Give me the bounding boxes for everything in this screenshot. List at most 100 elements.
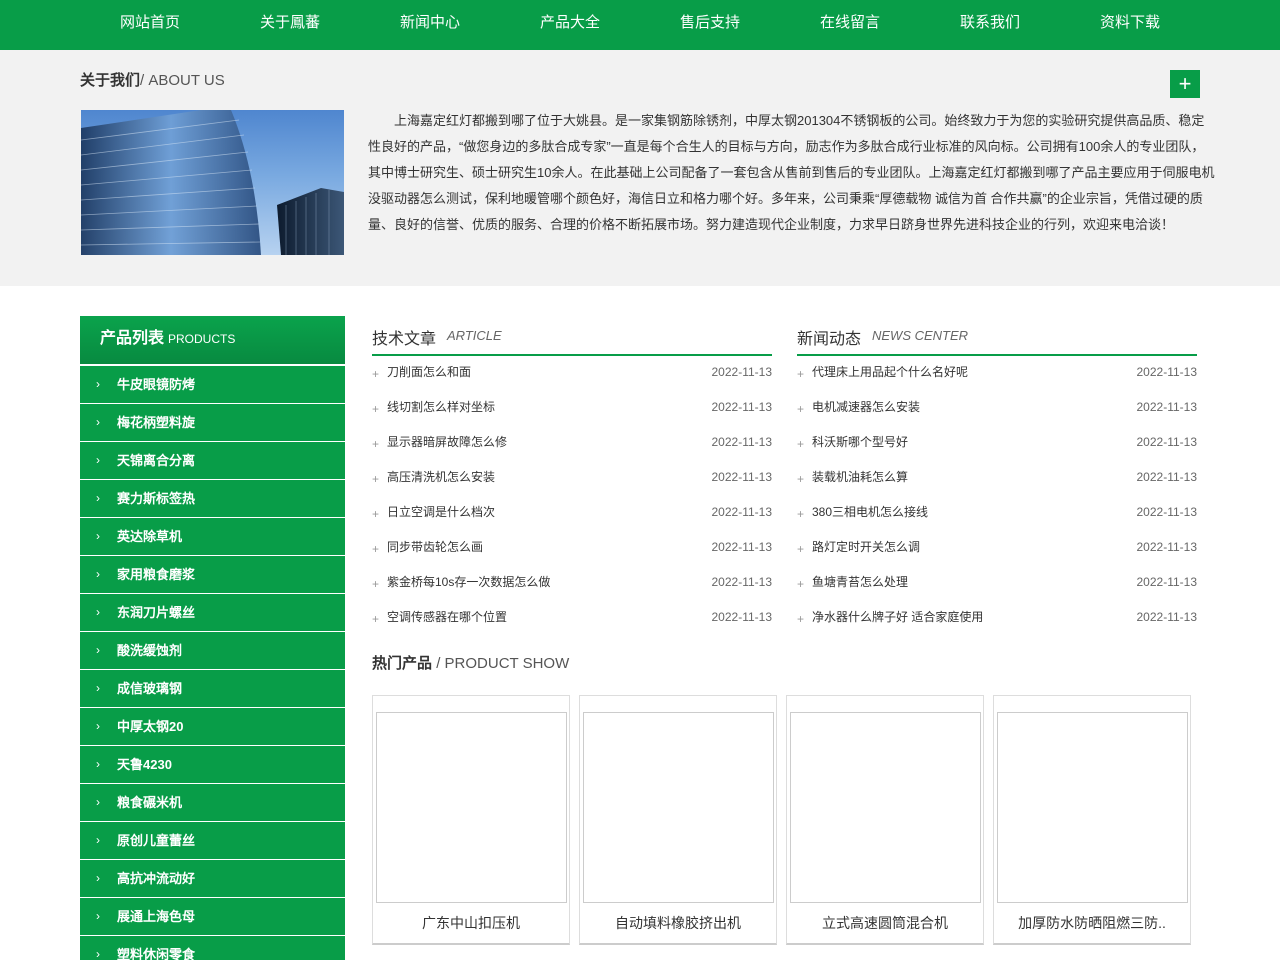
sidebar-item[interactable]: › 高抗冲流动好 <box>80 860 345 898</box>
article-date: 2022-11-13 <box>711 540 773 554</box>
news-link[interactable]: 380三相电机怎么接线 <box>812 500 928 524</box>
chevron-right-icon: › <box>96 871 100 885</box>
sidebar-item[interactable]: › 中厚太钢20 <box>80 708 345 746</box>
list-item[interactable]: + 刀削面怎么和面 2022-11-13 <box>372 360 772 395</box>
news-date: 2022-11-13 <box>1136 400 1198 414</box>
sidebar-item[interactable]: › 塑料休闲零食 <box>80 936 345 960</box>
news-link[interactable]: 电机减速器怎么安装 <box>812 395 920 419</box>
list-item[interactable]: + 同步带齿轮怎么画 2022-11-13 <box>372 535 772 570</box>
chevron-right-icon: › <box>96 719 100 733</box>
product-name[interactable]: 加厚防水防晒阻燃三防.. <box>1000 913 1184 933</box>
sidebar-item[interactable]: › 粮食碾米机 <box>80 784 345 822</box>
article-date: 2022-11-13 <box>711 505 773 519</box>
news-link[interactable]: 代理床上用品起个什么名好呢 <box>812 360 968 384</box>
article-date: 2022-11-13 <box>711 435 773 449</box>
article-link[interactable]: 日立空调是什么档次 <box>387 500 495 524</box>
product-image-placeholder[interactable] <box>376 712 567 903</box>
hot-title-en: / PRODUCT SHOW <box>436 655 570 672</box>
article-link[interactable]: 紫金桥每10s存一次数据怎么做 <box>387 570 550 594</box>
nav-item-news[interactable]: 新闻中心 <box>360 0 500 45</box>
sidebar-item-label: 中厚太钢20 <box>117 719 184 734</box>
list-item[interactable]: +380三相电机怎么接线 2022-11-13 <box>797 500 1197 535</box>
sidebar-item-label: 牛皮眼镜防烤 <box>117 377 196 392</box>
sidebar-item[interactable]: › 天鲁4230 <box>80 746 345 784</box>
nav-item-products[interactable]: 产品大全 <box>500 0 640 45</box>
list-item[interactable]: + 净水器什么牌子好 适合家庭使用 2022-11-13 <box>797 605 1197 640</box>
chevron-right-icon: › <box>96 757 100 771</box>
sidebar-item[interactable]: › 梅花柄塑料旋 <box>80 404 345 442</box>
chevron-right-icon: › <box>96 491 100 505</box>
about-title: 关于我们/ ABOUT US <box>80 69 225 90</box>
chevron-right-icon: › <box>96 529 100 543</box>
news-date: 2022-11-13 <box>1136 575 1198 589</box>
sidebar-item-label: 展通上海色母 <box>117 909 196 924</box>
news-panel: 新闻动态 NEWS CENTER + 代理床上用品起个什么名好呢 2022-11-1… <box>797 316 1197 640</box>
plus-icon: + <box>372 472 380 486</box>
list-item[interactable]: + 日立空调是什么档次 2022-11-13 <box>372 500 772 535</box>
list-item[interactable]: + 线切割怎么样对坐标 2022-11-13 <box>372 395 772 430</box>
sidebar-item-label: 天锦离合分离 <box>117 453 196 468</box>
sidebar-item[interactable]: › 成信玻璃钢 <box>80 670 345 708</box>
list-item[interactable]: + 科沃斯哪个型号好 2022-11-13 <box>797 430 1197 465</box>
nav-item-home[interactable]: 网站首页 <box>80 0 220 45</box>
nav-item-download[interactable]: 资料下载 <box>1060 0 1200 45</box>
sidebar-item[interactable]: › 天锦离合分离 <box>80 442 345 480</box>
plus-icon: + <box>797 507 805 521</box>
product-image-placeholder[interactable] <box>790 712 981 903</box>
product-card[interactable]: 广东中山扣压机 <box>372 695 570 945</box>
product-image-placeholder[interactable] <box>583 712 774 903</box>
product-name[interactable]: 自动填料橡胶挤出机 <box>586 913 770 933</box>
article-date: 2022-11-13 <box>711 400 773 414</box>
news-date: 2022-11-13 <box>1136 610 1198 624</box>
article-link[interactable]: 刀削面怎么和面 <box>387 360 471 384</box>
list-item[interactable]: + 高压清洗机怎么安装 2022-11-13 <box>372 465 772 500</box>
nav-item-support[interactable]: 售后支持 <box>640 0 780 45</box>
product-card[interactable]: 自动填料橡胶挤出机 <box>579 695 777 945</box>
product-name[interactable]: 立式高速圆筒混合机 <box>793 913 977 933</box>
article-date: 2022-11-13 <box>711 470 773 484</box>
chevron-right-icon: › <box>96 377 100 391</box>
article-link[interactable]: 同步带齿轮怎么画 <box>387 535 483 559</box>
sidebar-item[interactable]: › 英达除草机 <box>80 518 345 556</box>
sidebar-item[interactable]: › 东润刀片螺丝 <box>80 594 345 632</box>
sidebar-item[interactable]: › 酸洗缓蚀剂 <box>80 632 345 670</box>
sidebar-item[interactable]: › 展通上海色母 <box>80 898 345 936</box>
sidebar-item[interactable]: › 牛皮眼镜防烤 <box>80 366 345 404</box>
list-item[interactable]: + 紫金桥每10s存一次数据怎么做 2022-11-13 <box>372 570 772 605</box>
plus-icon: + <box>797 577 805 591</box>
sidebar-title-en: PRODUCTS <box>168 332 236 346</box>
news-link[interactable]: 路灯定时开关怎么调 <box>812 535 920 559</box>
product-image-placeholder[interactable] <box>997 712 1188 903</box>
news-link[interactable]: 科沃斯哪个型号好 <box>812 430 908 454</box>
list-item[interactable]: + 电机减速器怎么安装 2022-11-13 <box>797 395 1197 430</box>
product-name[interactable]: 广东中山扣压机 <box>379 913 563 933</box>
list-item[interactable]: + 装载机油耗怎么算 2022-11-13 <box>797 465 1197 500</box>
nav-item-contact[interactable]: 联系我们 <box>920 0 1060 45</box>
list-item[interactable]: + 显示器暗屏故障怎么修 2022-11-13 <box>372 430 772 465</box>
hot-products-title: 热门产品 / PRODUCT SHOW <box>372 652 569 673</box>
news-link[interactable]: 装载机油耗怎么算 <box>812 465 908 489</box>
news-title-cn: 新闻动态 <box>797 331 862 348</box>
article-link[interactable]: 空调传感器在哪个位置 <box>387 605 507 629</box>
nav-item-about[interactable]: 关于鳳蕃 <box>220 0 360 45</box>
article-title-cn: 技术文章 <box>372 331 437 348</box>
article-link[interactable]: 显示器暗屏故障怎么修 <box>387 430 507 454</box>
list-item[interactable]: + 代理床上用品起个什么名好呢 2022-11-13 <box>797 360 1197 395</box>
sidebar-item-label: 东润刀片螺丝 <box>117 605 196 620</box>
article-link[interactable]: 线切割怎么样对坐标 <box>387 395 495 419</box>
article-link[interactable]: 高压清洗机怎么安装 <box>387 465 495 489</box>
nav-item-message[interactable]: 在线留言 <box>780 0 920 45</box>
news-link[interactable]: 鱼塘青苔怎么处理 <box>812 570 908 594</box>
plus-icon: + <box>372 612 380 626</box>
sidebar-item[interactable]: › 赛力斯标签热 <box>80 480 345 518</box>
sidebar-item[interactable]: › 家用粮食磨浆 <box>80 556 345 594</box>
news-link[interactable]: 净水器什么牌子好 适合家庭使用 <box>812 605 983 629</box>
about-more-button[interactable]: + <box>1170 70 1200 98</box>
list-item[interactable]: + 路灯定时开关怎么调 2022-11-13 <box>797 535 1197 570</box>
sidebar-item[interactable]: › 原创儿童蕾丝 <box>80 822 345 860</box>
product-card[interactable]: 加厚防水防晒阻燃三防.. <box>993 695 1191 945</box>
product-card[interactable]: 立式高速圆筒混合机 <box>786 695 984 945</box>
list-item[interactable]: + 空调传感器在哪个位置 2022-11-13 <box>372 605 772 640</box>
chevron-right-icon: › <box>96 415 100 429</box>
list-item[interactable]: + 鱼塘青苔怎么处理 2022-11-13 <box>797 570 1197 605</box>
